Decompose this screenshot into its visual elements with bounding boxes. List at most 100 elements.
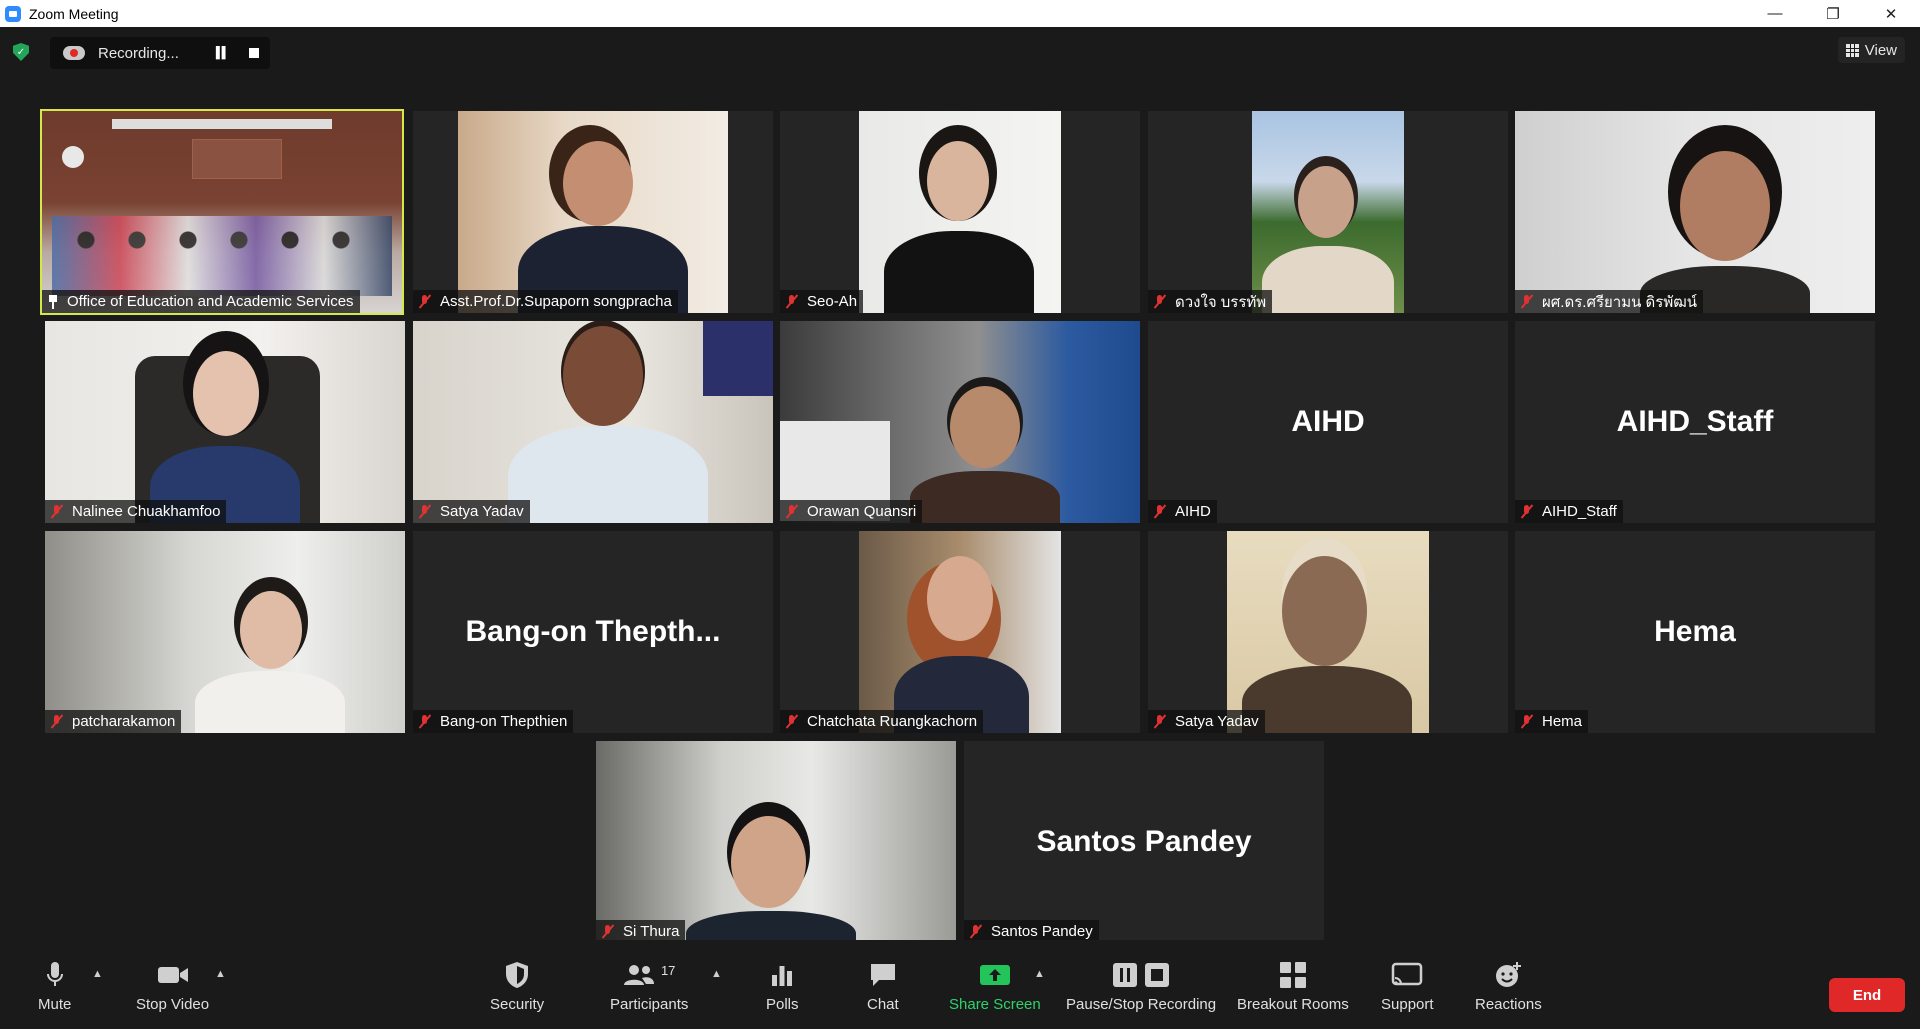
chat-button[interactable]: Chat: [867, 960, 899, 1013]
participant-tile[interactable]: Orawan Quansri: [780, 321, 1140, 523]
window-titlebar: Zoom Meeting — ❐ ✕: [0, 0, 1920, 27]
group-of-people: [52, 216, 392, 296]
stop-recording-icon[interactable]: [249, 48, 260, 58]
muted-mic-icon: [601, 924, 615, 939]
stop-video-button[interactable]: Stop Video: [136, 960, 209, 1013]
security-button[interactable]: Security: [490, 960, 544, 1013]
participant-tile[interactable]: Seo-Ah: [780, 111, 1140, 313]
mute-button[interactable]: Mute: [38, 960, 71, 1013]
participant-tile[interactable]: ผศ.ดร.ศรียามน ดิรพัฒน์: [1515, 111, 1875, 313]
person-head: [240, 591, 302, 669]
participant-tile[interactable]: AIHD AIHD: [1148, 321, 1508, 523]
participant-name: AIHD: [1175, 503, 1211, 520]
person-head: [563, 326, 643, 426]
polls-button[interactable]: Polls: [766, 960, 799, 1013]
participants-button[interactable]: 17 Participants: [610, 960, 689, 1014]
participant-video: [45, 321, 405, 523]
person-body: [686, 911, 856, 943]
share-options-caret-icon[interactable]: ▲: [1034, 968, 1045, 980]
participant-video: [45, 531, 405, 733]
participant-tile[interactable]: Si Thura: [596, 741, 956, 943]
participants-label: Participants: [610, 996, 689, 1013]
participant-tile[interactable]: Satya Yadav: [413, 321, 773, 523]
participant-video: [780, 321, 1140, 523]
pause-stop-recording-button[interactable]: Pause/Stop Recording: [1066, 960, 1216, 1013]
bar-chart-icon: [770, 960, 794, 990]
participant-video: [1252, 111, 1404, 313]
person-head: [1282, 556, 1367, 666]
meeting-area: ✓ Recording... ▌▌ View Office of Educati…: [0, 27, 1920, 1029]
participant-tile[interactable]: Chatchata Ruangkachorn: [780, 531, 1140, 733]
breakout-rooms-button[interactable]: Breakout Rooms: [1237, 960, 1349, 1013]
pause-recording-icon[interactable]: ▌▌: [216, 47, 230, 59]
muted-mic-icon: [50, 714, 64, 729]
person-head: [193, 351, 259, 436]
breakout-rooms-label: Breakout Rooms: [1237, 996, 1349, 1013]
participant-name: Si Thura: [623, 923, 680, 940]
wall-sign: [192, 139, 282, 179]
participant-name: Satya Yadav: [440, 503, 524, 520]
security-label: Security: [490, 996, 545, 1013]
participant-tile[interactable]: Asst.Prof.Dr.Supaporn songpracha: [413, 111, 773, 313]
participant-video: [458, 111, 728, 313]
participant-nameplate: AIHD_Staff: [1515, 500, 1623, 523]
person-body: [884, 231, 1034, 313]
wall-poster: [703, 321, 773, 396]
minimize-button[interactable]: —: [1746, 0, 1804, 27]
support-button[interactable]: Support: [1381, 960, 1434, 1013]
pin-icon: [47, 294, 59, 309]
person-head: [950, 386, 1020, 468]
muted-mic-icon: [1520, 294, 1534, 309]
grid-icon: [1845, 43, 1859, 57]
participant-tile[interactable]: Satya Yadav: [1148, 531, 1508, 733]
video-options-caret-icon[interactable]: ▲: [215, 968, 226, 980]
muted-mic-icon: [1153, 504, 1167, 519]
muted-mic-icon: [785, 504, 799, 519]
person-head: [563, 141, 633, 226]
muted-mic-icon: [1153, 294, 1167, 309]
participant-name: Asst.Prof.Dr.Supaporn songpracha: [440, 293, 672, 310]
participant-name: Nalinee Chuakhamfoo: [72, 503, 221, 520]
participant-tile[interactable]: Santos Pandey Santos Pandey: [964, 741, 1324, 943]
encryption-shield-icon[interactable]: ✓: [13, 43, 29, 61]
close-button[interactable]: ✕: [1862, 0, 1920, 27]
person-body: [910, 471, 1060, 523]
zoom-app-icon: [5, 5, 21, 22]
chat-label: Chat: [867, 996, 899, 1013]
reactions-label: Reactions: [1475, 996, 1542, 1013]
participant-tile[interactable]: Nalinee Chuakhamfoo: [45, 321, 405, 523]
share-screen-icon: [979, 960, 1011, 990]
stop-video-label: Stop Video: [136, 996, 210, 1013]
participant-nameplate: patcharakamon: [45, 710, 182, 733]
person-head: [731, 816, 806, 908]
person-head: [927, 141, 989, 221]
reactions-button[interactable]: Reactions: [1475, 960, 1542, 1013]
participant-tile[interactable]: AIHD_Staff AIHD_Staff: [1515, 321, 1875, 523]
view-button[interactable]: View: [1837, 37, 1905, 63]
participant-nameplate: AIHD: [1148, 500, 1217, 523]
muted-mic-icon: [418, 714, 432, 729]
restore-button[interactable]: ❐: [1804, 0, 1862, 27]
audio-options-caret-icon[interactable]: ▲: [92, 968, 103, 980]
ceiling-light: [112, 119, 332, 129]
muted-mic-icon: [418, 294, 432, 309]
view-label: View: [1864, 41, 1897, 59]
participant-nameplate: Chatchata Ruangkachorn: [780, 710, 984, 733]
participant-name: Santos Pandey: [991, 923, 1093, 940]
participants-icon: 17: [623, 960, 675, 990]
share-screen-button[interactable]: Share Screen: [949, 960, 1041, 1013]
participant-tile[interactable]: Bang-on Thepth... Bang-on Thepthien: [413, 531, 773, 733]
participant-name: Satya Yadav: [1175, 713, 1259, 730]
participants-options-caret-icon[interactable]: ▲: [711, 968, 722, 980]
participant-nameplate: Asst.Prof.Dr.Supaporn songpracha: [413, 290, 678, 313]
participant-tile[interactable]: Office of Education and Academic Service…: [40, 109, 404, 315]
muted-mic-icon: [785, 294, 799, 309]
participant-nameplate: Bang-on Thepthien: [413, 710, 574, 733]
participant-tile[interactable]: patcharakamon: [45, 531, 405, 733]
end-meeting-button[interactable]: End: [1829, 978, 1905, 1012]
participant-nameplate: Office of Education and Academic Service…: [42, 290, 360, 313]
participant-video: [1515, 111, 1875, 313]
participant-tile[interactable]: Hema Hema: [1515, 531, 1875, 733]
support-label: Support: [1381, 996, 1434, 1013]
participant-tile[interactable]: ดวงใจ บรรทัพ: [1148, 111, 1508, 313]
